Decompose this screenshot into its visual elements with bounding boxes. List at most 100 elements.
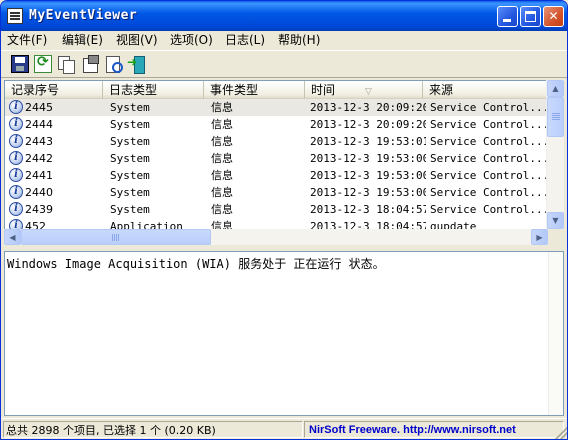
cell-source: Service Control... — [430, 152, 548, 165]
resize-grip-icon[interactable] — [555, 427, 567, 439]
table-row[interactable]: i 2442 System 信息 2013-12-3 19:53:00 Serv… — [5, 150, 549, 167]
cell-source: Service Control... — [430, 101, 548, 114]
cell-time: 2013-12-3 20:09:20 — [310, 118, 426, 131]
cell-time: 2013-12-3 20:09:20 — [310, 101, 426, 114]
cell-time: 2013-12-3 19:53:00 — [310, 169, 426, 182]
cell-source: Service Control... — [430, 135, 548, 148]
event-list[interactable]: 记录序号 日志类型 事件类型 时间 ▽ 来源 i 2445 System 信息 2… — [4, 80, 550, 245]
column-header-record[interactable]: 记录序号 — [5, 81, 103, 99]
event-details-pane[interactable]: Windows Image Acquisition (WIA) 服务处于 正在运… — [4, 251, 564, 416]
scrollbar-corner — [548, 229, 564, 245]
find-icon[interactable] — [105, 55, 123, 73]
cell-record: 2442 — [25, 152, 53, 165]
exit-icon[interactable] — [127, 55, 145, 74]
window-title: MyEventViewer — [29, 8, 138, 23]
table-row[interactable]: i 2443 System 信息 2013-12-3 19:53:01 Serv… — [5, 133, 549, 150]
properties-icon[interactable] — [81, 55, 99, 73]
maximize-icon — [525, 11, 536, 22]
column-label: 事件类型 — [210, 83, 259, 97]
cell-log-type: System — [110, 152, 150, 165]
list-header: 记录序号 日志类型 事件类型 时间 ▽ 来源 — [5, 81, 549, 99]
scroll-down-button[interactable]: ▼ — [547, 212, 564, 229]
cell-event-type: 信息 — [211, 186, 233, 199]
menu-view[interactable]: 视图(V) — [116, 32, 158, 48]
scroll-down-arrow-icon: ▼ — [552, 216, 559, 225]
details-scrollbar[interactable] — [548, 252, 563, 415]
scroll-up-arrow-icon: ▲ — [552, 84, 559, 93]
cell-time: 2013-12-3 19:53:00 — [310, 152, 426, 165]
menu-bar: 文件(F) 编辑(E) 视图(V) 选项(O) 日志(L) 帮助(H) — [1, 31, 567, 49]
close-icon: ✕ — [548, 9, 559, 23]
scroll-right-button[interactable]: ▶ — [531, 229, 548, 245]
menu-options[interactable]: 选项(O) — [170, 32, 213, 48]
nirsoft-link[interactable]: NirSoft Freeware. http://www.nirsoft.net — [304, 421, 564, 438]
cell-source: Service Control... — [430, 186, 548, 199]
cell-record: 2440 — [25, 186, 53, 199]
cell-log-type: System — [110, 169, 150, 182]
cell-log-type: System — [110, 186, 150, 199]
cell-record: 2443 — [25, 135, 53, 148]
cell-time: 2013-12-3 18:04:57 — [310, 203, 426, 216]
column-label: 日志类型 — [109, 83, 158, 97]
horizontal-scroll-thumb[interactable] — [21, 229, 211, 245]
information-icon: i — [9, 202, 23, 216]
cell-source: Service Control... — [430, 118, 548, 131]
event-description: Windows Image Acquisition (WIA) 服务处于 正在运… — [7, 257, 385, 271]
column-label: 记录序号 — [11, 83, 60, 97]
cell-event-type: 信息 — [211, 101, 233, 114]
cell-log-type: System — [110, 135, 150, 148]
status-item-count: 总共 2898 个项目, 已选择 1 个 (0.20 KB) — [3, 421, 303, 438]
scroll-up-button[interactable]: ▲ — [547, 80, 564, 97]
menu-help[interactable]: 帮助(H) — [278, 32, 320, 48]
menu-log[interactable]: 日志(L) — [225, 32, 265, 48]
cell-record: 2441 — [25, 169, 53, 182]
column-header-time[interactable]: 时间 ▽ — [305, 81, 423, 99]
column-header-log-type[interactable]: 日志类型 — [103, 81, 204, 99]
cell-source: Service Control... — [430, 203, 548, 216]
minimize-button[interactable] — [497, 6, 518, 27]
main-window: MyEventViewer ✕ 文件(F) 编辑(E) 视图(V) 选项(O) … — [0, 0, 568, 440]
title-bar[interactable]: MyEventViewer ✕ — [1, 1, 567, 31]
table-row[interactable]: i 2445 System 信息 2013-12-3 20:09:20 Serv… — [5, 99, 549, 116]
save-icon[interactable] — [11, 55, 29, 73]
column-header-source[interactable]: 来源 — [423, 81, 549, 99]
vertical-scroll-thumb[interactable] — [547, 97, 564, 137]
close-button[interactable]: ✕ — [543, 6, 564, 27]
status-bar: 总共 2898 个项目, 已选择 1 个 (0.20 KB) NirSoft F… — [1, 418, 567, 439]
scroll-left-button[interactable]: ◀ — [4, 229, 21, 245]
information-icon: i — [9, 117, 23, 131]
cell-log-type: System — [110, 203, 150, 216]
table-row[interactable]: i 2440 System 信息 2013-12-3 19:53:00 Serv… — [5, 184, 549, 201]
cell-event-type: 信息 — [211, 203, 233, 216]
minimize-icon — [503, 19, 511, 22]
list-rows: i 2445 System 信息 2013-12-3 20:09:20 Serv… — [5, 99, 549, 235]
copy-icon[interactable] — [57, 55, 75, 74]
menu-edit[interactable]: 编辑(E) — [62, 32, 103, 48]
maximize-button[interactable] — [520, 6, 541, 27]
cell-time: 2013-12-3 19:53:00 — [310, 186, 426, 199]
column-label: 来源 — [429, 83, 454, 97]
list-horizontal-scrollbar[interactable]: ◀ ▶ — [4, 229, 550, 245]
column-header-event-type[interactable]: 事件类型 — [204, 81, 305, 99]
cell-source: Service Control... — [430, 169, 548, 182]
table-row[interactable]: i 2444 System 信息 2013-12-3 20:09:20 Serv… — [5, 116, 549, 133]
toolbar — [1, 50, 567, 78]
app-icon[interactable] — [7, 8, 23, 24]
cell-event-type: 信息 — [211, 152, 233, 165]
cell-log-type: System — [110, 101, 150, 114]
refresh-icon[interactable] — [34, 54, 52, 73]
column-label: 时间 — [311, 83, 336, 97]
cell-record: 2439 — [25, 203, 53, 216]
menu-file[interactable]: 文件(F) — [7, 32, 47, 48]
cell-record: 2445 — [25, 101, 53, 114]
information-icon: i — [9, 151, 23, 165]
scroll-left-arrow-icon: ◀ — [9, 233, 16, 242]
cell-event-type: 信息 — [211, 118, 233, 131]
table-row[interactable]: i 2439 System 信息 2013-12-3 18:04:57 Serv… — [5, 201, 549, 218]
cell-log-type: System — [110, 118, 150, 131]
list-vertical-scrollbar[interactable]: ▲ ▼ — [546, 80, 564, 229]
information-icon: i — [9, 134, 23, 148]
cell-event-type: 信息 — [211, 135, 233, 148]
sort-descending-icon: ▽ — [365, 87, 372, 97]
table-row[interactable]: i 2441 System 信息 2013-12-3 19:53:00 Serv… — [5, 167, 549, 184]
